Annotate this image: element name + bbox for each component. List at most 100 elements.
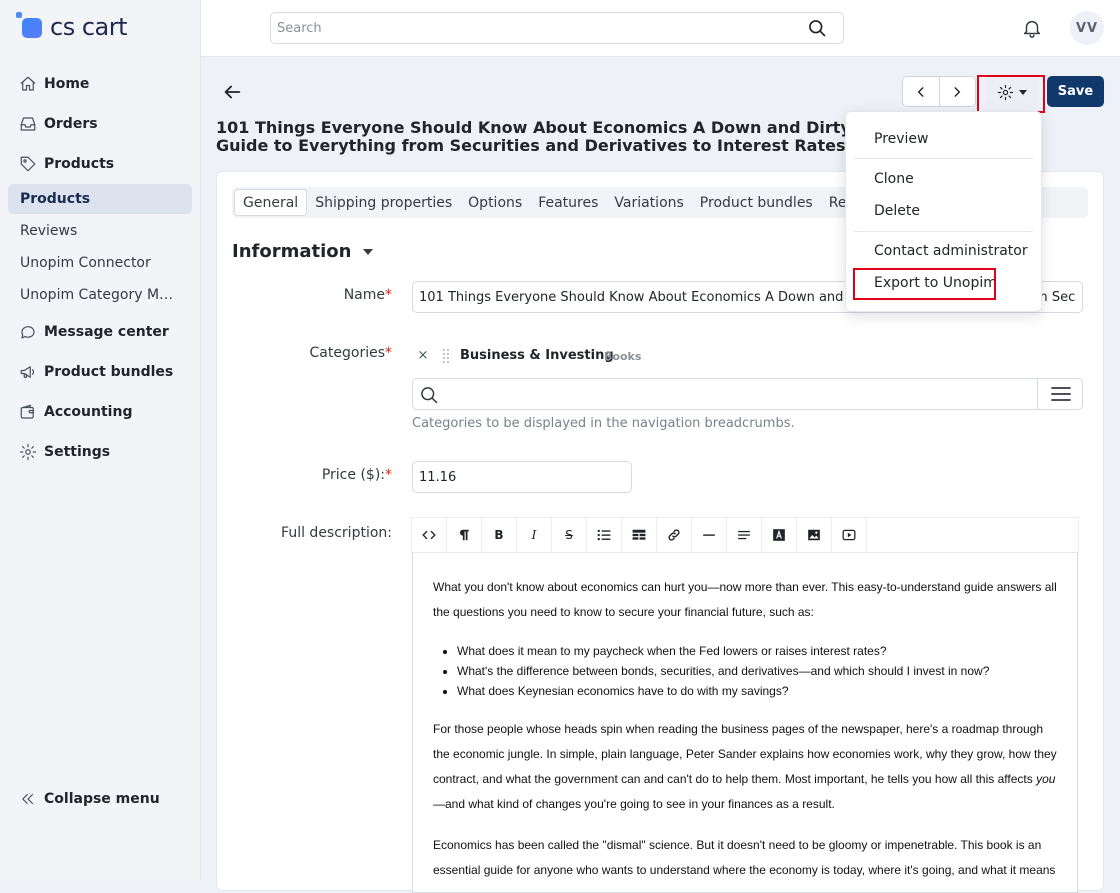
image-button[interactable] [797, 517, 832, 553]
price-label-text: Price ($): [321, 467, 385, 483]
bell-icon[interactable] [1021, 17, 1043, 39]
chat-icon [18, 322, 38, 342]
avatar[interactable]: VV [1070, 11, 1104, 45]
link-button[interactable] [657, 517, 692, 553]
sidebar-item-label: Home [44, 76, 90, 92]
list-menu-icon[interactable] [1049, 384, 1073, 404]
description-bullet-list: What does it mean to my paycheck when th… [433, 641, 1057, 701]
sidebar-item-accounting[interactable]: Accounting [8, 396, 192, 428]
sidebar-subitem-unopim-category-mapping[interactable]: Unopim Category Mapping [8, 280, 192, 310]
sidebar-subitem-label: Reviews [20, 223, 78, 239]
tag-icon [18, 154, 38, 174]
sidebar-item-home[interactable]: Home [8, 68, 192, 100]
sidebar-item-label: Accounting [44, 404, 133, 420]
italic-icon: I [531, 528, 537, 542]
sidebar-item-message-center[interactable]: Message center [8, 316, 192, 348]
paragraph-button[interactable] [447, 517, 482, 553]
bold-button[interactable]: B [482, 517, 517, 553]
strikethrough-button[interactable]: S [552, 517, 587, 553]
menu-item-preview[interactable]: Preview [874, 131, 929, 147]
search-icon[interactable] [807, 18, 827, 38]
previous-product-button[interactable] [903, 77, 939, 106]
sidebar-item-settings[interactable]: Settings [8, 436, 192, 468]
sidebar-subitem-unopim-connector[interactable]: Unopim Connector [8, 248, 192, 278]
category-search-field[interactable] [412, 378, 1083, 410]
category-name: Business & Investing [460, 348, 614, 363]
sidebar-item-label: Product bundles [44, 364, 174, 380]
search-input[interactable] [270, 12, 844, 44]
information-section-toggle[interactable]: Information [232, 241, 374, 262]
emphasis-text: you [1036, 772, 1056, 786]
drag-handle-icon[interactable] [442, 348, 450, 364]
required-mark: * [385, 467, 392, 483]
name-label-text: Name [343, 287, 385, 303]
megaphone-icon [18, 362, 38, 382]
collapse-menu-button[interactable]: Collapse menu [8, 783, 192, 815]
categories-label: Categories* [310, 345, 392, 361]
logo-text: cs cart [50, 13, 128, 41]
tab-product-bundles[interactable]: Product bundles [692, 189, 821, 216]
highlight-box [977, 75, 1045, 113]
logo-icon [16, 12, 46, 42]
strikethrough-icon: S [565, 528, 573, 542]
code-icon [422, 530, 436, 540]
sidebar-subitem-reviews[interactable]: Reviews [8, 216, 192, 246]
align-button[interactable] [727, 517, 762, 553]
sidebar-item-label: Message center [44, 324, 169, 340]
double-chevron-left-icon [18, 789, 38, 809]
code-view-button[interactable] [412, 517, 447, 553]
chevron-left-icon [917, 86, 924, 97]
topbar: VV [201, 0, 1120, 57]
sidebar-subitem-products[interactable]: Products [8, 184, 192, 214]
paragraph-text: —and what kind of changes you're going t… [433, 797, 835, 811]
remove-category-icon[interactable]: × [416, 348, 430, 366]
caret-down-icon [363, 248, 374, 255]
tab-variations[interactable]: Variations [606, 189, 691, 216]
logo[interactable]: cs cart [16, 12, 128, 42]
sidebar-item-orders[interactable]: Orders [8, 108, 192, 140]
bold-icon: B [494, 528, 504, 542]
next-product-button[interactable] [938, 77, 975, 106]
inbox-icon [18, 114, 38, 134]
bulleted-list-button[interactable] [587, 517, 622, 553]
list-item: What does Keynesian economics have to do… [457, 681, 1057, 701]
editor-toolbar: B I S [412, 517, 1078, 553]
menu-item-delete[interactable]: Delete [874, 203, 920, 219]
categories-label-text: Categories [309, 345, 385, 361]
divider [1037, 379, 1038, 409]
italic-button[interactable]: I [517, 517, 552, 553]
list-item: What's the difference between bonds, sec… [457, 661, 1057, 681]
tab-features[interactable]: Features [530, 189, 606, 216]
sidebar-item-product-bundles[interactable]: Product bundles [8, 356, 192, 388]
menu-item-clone[interactable]: Clone [874, 171, 914, 187]
image-icon [808, 529, 820, 541]
tab-options[interactable]: Options [460, 189, 530, 216]
section-title: Information [232, 241, 352, 262]
price-input[interactable] [412, 461, 632, 493]
search-icon [421, 387, 438, 404]
menu-divider [854, 231, 1033, 232]
menu-item-contact-administrator[interactable]: Contact administrator [874, 243, 1028, 259]
video-button[interactable] [832, 517, 867, 553]
table-button[interactable] [622, 517, 657, 553]
paragraph-text: For those people whose heads spin when r… [433, 722, 1057, 786]
sidebar-item-products[interactable]: Products [8, 148, 192, 180]
sidebar-item-label: Products [44, 156, 115, 172]
description-editor[interactable]: What you don't know about economics can … [412, 553, 1078, 893]
horizontal-rule-button[interactable] [692, 517, 727, 553]
menu-divider [854, 158, 1033, 159]
category-parent: Books [604, 350, 642, 363]
back-arrow-icon[interactable] [221, 81, 243, 103]
product-navigation [902, 76, 976, 107]
sidebar-subitem-label: Products [20, 191, 91, 207]
full-description-label: Full description: [281, 525, 392, 541]
tab-shipping-properties[interactable]: Shipping properties [307, 189, 460, 216]
link-icon [668, 529, 680, 541]
text-color-button[interactable] [762, 517, 797, 553]
name-label: Name* [344, 287, 392, 303]
description-paragraph: What you don't know about economics can … [433, 580, 1057, 619]
tab-general[interactable]: General [234, 189, 308, 216]
description-paragraph: Economics has been called the "dismal" s… [433, 838, 1056, 877]
sidebar-item-label: Orders [44, 116, 98, 132]
save-button[interactable]: Save [1047, 76, 1104, 107]
